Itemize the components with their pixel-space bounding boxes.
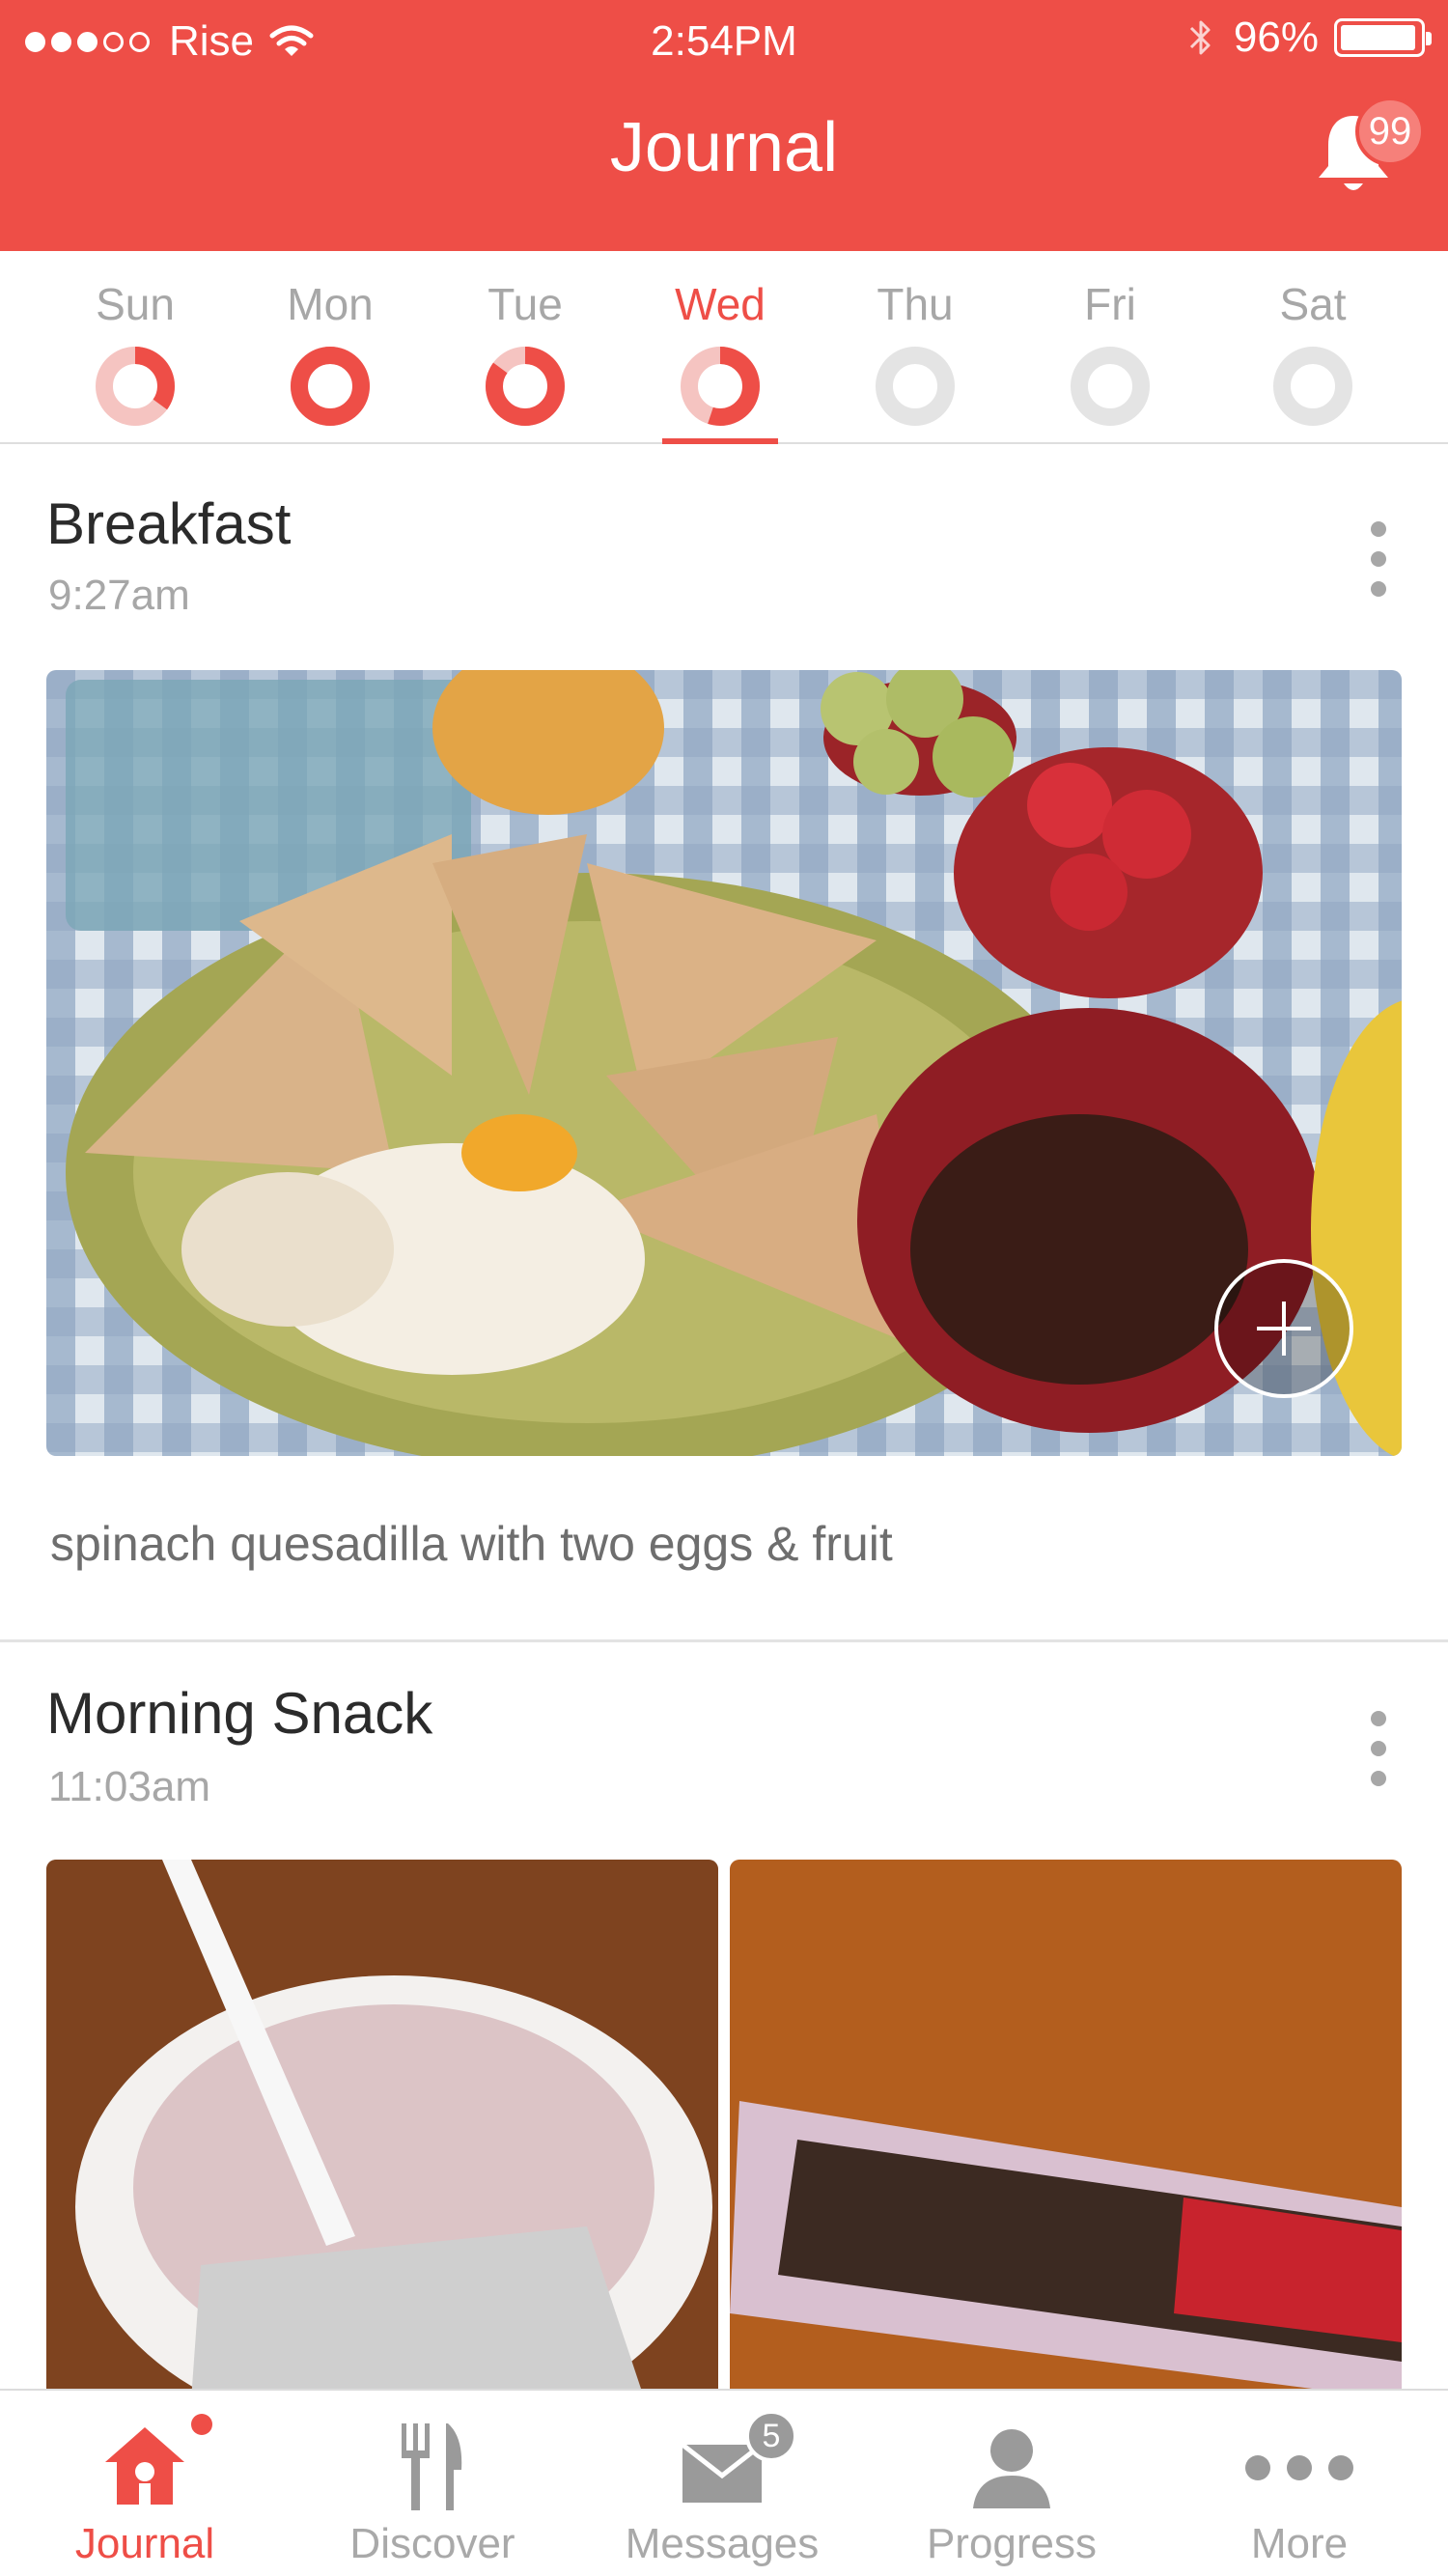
entry-time: 9:27am [48, 572, 190, 619]
battery-icon [1334, 18, 1432, 57]
tab-label: Messages [625, 2520, 820, 2567]
day-progress-ring [1071, 347, 1150, 426]
tab-progress[interactable]: Progress [877, 2410, 1147, 2568]
ring-progress-arc [291, 347, 370, 426]
day-progress-ring [876, 347, 955, 426]
day-sat[interactable]: Sat [1216, 278, 1409, 427]
day-mon[interactable]: Mon [234, 278, 427, 427]
tab-label: Discover [349, 2520, 515, 2567]
tab-more[interactable]: More [1164, 2410, 1434, 2568]
notification-badge: 99 [1355, 97, 1425, 166]
kind-bar-photo[interactable] [730, 1860, 1402, 2400]
day-progress-ring [1273, 347, 1352, 426]
journal-notification-dot [191, 2414, 212, 2435]
page-title: Journal [609, 109, 839, 186]
day-progress-ring [96, 347, 175, 426]
entry-divider [0, 1639, 1448, 1642]
tab-discover[interactable]: Discover [297, 2410, 568, 2568]
battery-percent: 96% [1233, 14, 1319, 61]
day-sun[interactable]: Sun [39, 278, 232, 427]
breakfast-photo-image [46, 670, 1402, 1456]
ring-track [1273, 347, 1352, 426]
day-label: Wed [675, 279, 766, 329]
app-header: Rise 2:54PM 96% Journal 99 [0, 0, 1448, 251]
day-label: Sun [96, 279, 175, 329]
tab-messages[interactable]: 5 Messages [587, 2410, 857, 2568]
day-wed[interactable]: Wed [624, 278, 817, 427]
ring-track [876, 347, 955, 426]
tab-label: Progress [926, 2520, 1098, 2567]
entry-caption: spinach quesadilla with two eggs & fruit [50, 1517, 893, 1571]
ring-track [1071, 347, 1150, 426]
messages-badge: 5 [745, 2410, 797, 2462]
person-icon [973, 2429, 1050, 2508]
day-fri[interactable]: Fri [1014, 278, 1207, 427]
tab-journal[interactable]: Journal [10, 2410, 280, 2568]
status-bar: Rise 2:54PM 96% [0, 0, 1448, 83]
day-progress-ring [291, 347, 370, 426]
bluetooth-icon [1189, 20, 1211, 55]
bottom-tab-bar: Journal Discover 5 Messages Progress Mor… [0, 2389, 1448, 2576]
week-day-selector: Sun Mon Tue Wed Thu Fri Sat [0, 251, 1448, 444]
entry-menu-button[interactable] [1361, 1705, 1396, 1792]
tab-label: More [1250, 2520, 1349, 2567]
entry-title: Breakfast [46, 491, 292, 556]
day-tue[interactable]: Tue [429, 278, 622, 427]
more-dots-icon [1245, 2455, 1353, 2480]
selected-day-indicator [662, 438, 778, 444]
day-thu[interactable]: Thu [819, 278, 1012, 427]
day-label: Tue [487, 279, 563, 329]
day-label: Thu [877, 279, 954, 329]
day-label: Sat [1279, 279, 1347, 329]
house-icon [105, 2427, 184, 2505]
yogurt-photo-image [46, 1860, 718, 2400]
entry-menu-button[interactable] [1361, 516, 1396, 602]
day-progress-ring [681, 347, 760, 426]
tab-label: Journal [74, 2520, 215, 2567]
add-photo-button[interactable] [1214, 1259, 1353, 1398]
entry-time: 11:03am [48, 1763, 210, 1810]
entry-title: Morning Snack [46, 1681, 433, 1746]
day-progress-ring [486, 347, 565, 426]
fork-knife-icon [402, 2423, 462, 2510]
breakfast-photo[interactable] [46, 670, 1402, 1456]
day-label: Fri [1084, 279, 1136, 329]
kind-bar-photo-image [730, 1860, 1402, 2400]
day-label: Mon [287, 279, 374, 329]
yogurt-photo[interactable] [46, 1860, 718, 2400]
